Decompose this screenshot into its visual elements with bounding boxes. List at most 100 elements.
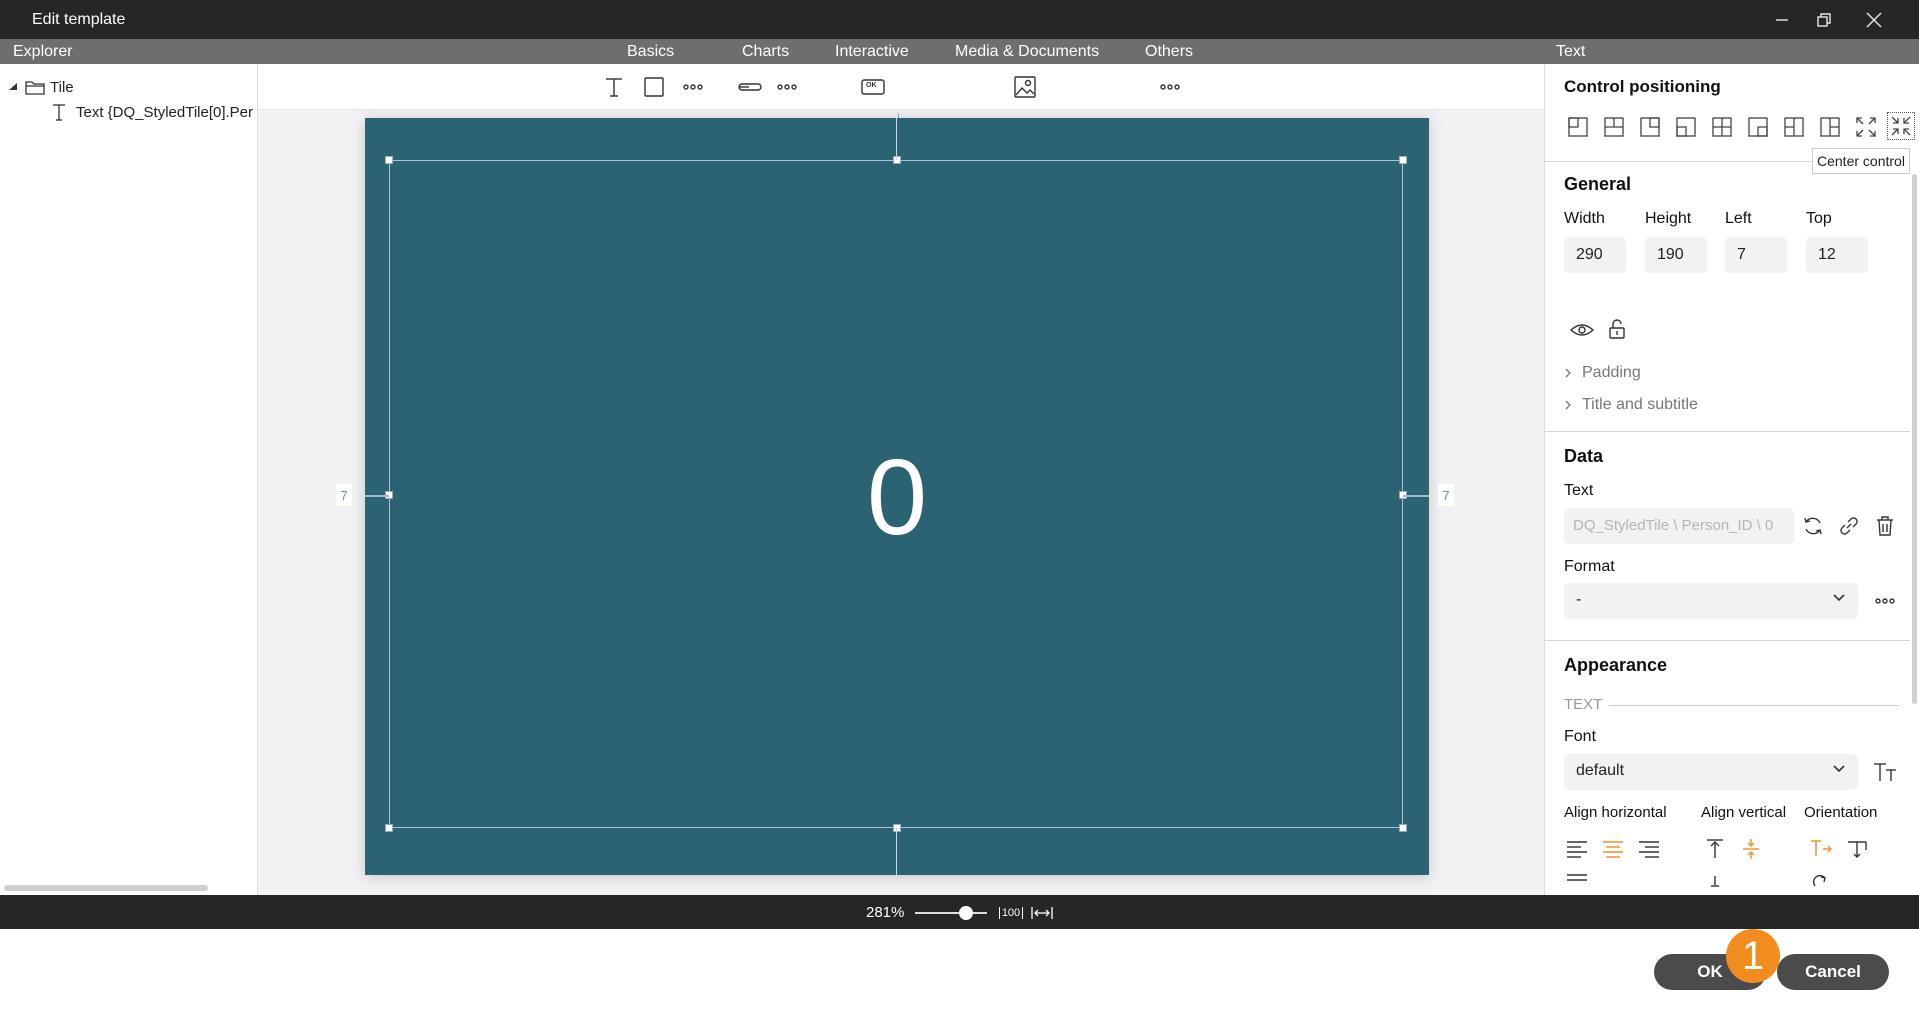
- rectangle-icon: [644, 77, 664, 97]
- position-top-center-button[interactable]: [1600, 113, 1628, 141]
- cancel-button[interactable]: Cancel: [1777, 954, 1889, 990]
- section-divider: [1545, 431, 1910, 432]
- title-subtitle-collapsible[interactable]: Title and subtitle: [1564, 396, 1698, 414]
- align-center-button[interactable]: [1598, 834, 1628, 864]
- text-binding-input[interactable]: DQ_StyledTile \ Person_ID \ 0: [1564, 508, 1794, 544]
- height-input[interactable]: 190: [1645, 237, 1707, 273]
- align-right-button[interactable]: [1634, 834, 1664, 864]
- explorer-panel: Tile Text {DQ_StyledTile[0].Per: [0, 64, 258, 895]
- progress-bar-tool[interactable]: [735, 72, 765, 102]
- position-top-right-button[interactable]: [1636, 113, 1664, 141]
- rectangle-tool[interactable]: [639, 72, 669, 102]
- zoom-100-button[interactable]: 100: [998, 902, 1024, 924]
- align-top-button[interactable]: [1700, 834, 1730, 864]
- position-top-center-icon: [1604, 117, 1624, 137]
- appearance-title: Appearance: [1564, 655, 1668, 675]
- stretch-control-button[interactable]: [1852, 113, 1880, 141]
- tab-interactive[interactable]: Interactive: [835, 43, 909, 61]
- properties-header: Text: [1556, 43, 1586, 60]
- toolbox: OK: [258, 64, 1544, 110]
- delete-binding-button[interactable]: [1870, 511, 1900, 541]
- text-tool-icon: [606, 78, 622, 97]
- properties-vertical-scrollbar[interactable]: [1912, 174, 1917, 704]
- align-left-button[interactable]: [1562, 834, 1592, 864]
- orientation-rotate-button[interactable]: [1842, 834, 1872, 864]
- expand-arrows-icon: [1856, 117, 1876, 137]
- eye-icon: [1570, 324, 1594, 336]
- zoom-slider-knob[interactable]: [959, 906, 973, 920]
- format-select-value: -: [1576, 591, 1582, 608]
- font-select[interactable]: default: [1564, 754, 1858, 790]
- position-bottom-left-button[interactable]: [1672, 113, 1700, 141]
- lock-toggle[interactable]: [1602, 314, 1632, 344]
- left-input[interactable]: 7: [1725, 237, 1787, 273]
- resize-handle-bottom[interactable]: [893, 824, 901, 832]
- explorer-header: Explorer: [13, 43, 73, 60]
- position-top-left-button[interactable]: [1564, 113, 1592, 141]
- orientation-up-button[interactable]: [1806, 866, 1836, 895]
- align-middle-button[interactable]: [1736, 834, 1766, 864]
- trash-icon: [1877, 516, 1893, 536]
- left-label: Left: [1725, 210, 1752, 227]
- more-charts-button[interactable]: [772, 72, 802, 102]
- fit-width-button[interactable]: [1030, 902, 1054, 924]
- text-tool[interactable]: [599, 72, 629, 102]
- more-icon: [683, 84, 703, 90]
- width-input[interactable]: 290: [1564, 237, 1626, 273]
- chevron-down-icon: [1833, 765, 1845, 773]
- position-bottom-right-button[interactable]: [1744, 113, 1772, 141]
- position-middle-left-button[interactable]: [1780, 113, 1808, 141]
- format-more-button[interactable]: [1870, 586, 1900, 616]
- position-middle-right-button[interactable]: [1816, 113, 1844, 141]
- link-binding-button[interactable]: [1834, 511, 1864, 541]
- position-top-left-icon: [1568, 117, 1588, 137]
- position-middle-button[interactable]: [1708, 113, 1736, 141]
- resize-handle-top[interactable]: [893, 156, 901, 164]
- minimize-button[interactable]: [1758, 4, 1806, 36]
- left-spacing-guide: [365, 495, 389, 497]
- position-middle-right-icon: [1820, 117, 1840, 137]
- selected-text-control[interactable]: [385, 156, 1407, 832]
- data-title: Data: [1564, 446, 1604, 466]
- top-input[interactable]: 12: [1806, 237, 1868, 273]
- close-icon: [1866, 12, 1882, 28]
- resize-handle-top-left[interactable]: [385, 156, 393, 164]
- explorer-horizontal-scrollbar[interactable]: [4, 885, 208, 891]
- resize-handle-bottom-right[interactable]: [1399, 824, 1407, 832]
- zoom-level: 281%: [866, 904, 905, 921]
- tab-media-documents[interactable]: Media & Documents: [955, 43, 1099, 61]
- close-button[interactable]: [1850, 4, 1898, 36]
- restore-button[interactable]: [1800, 4, 1848, 36]
- position-middle-icon: [1712, 117, 1732, 137]
- tree-node-tile[interactable]: Tile: [8, 78, 74, 96]
- more-others-button[interactable]: [1155, 72, 1185, 102]
- tab-charts[interactable]: Charts: [742, 43, 789, 61]
- text-label: Text: [1564, 482, 1594, 499]
- collapse-triangle-icon: [9, 83, 17, 90]
- align-center-icon: [1603, 841, 1623, 858]
- resize-handle-bottom-left[interactable]: [385, 824, 393, 832]
- more-basics-button[interactable]: [678, 72, 708, 102]
- tab-basics[interactable]: Basics: [627, 43, 674, 61]
- image-tool[interactable]: [1010, 72, 1040, 102]
- design-canvas[interactable]: 0 7 7: [258, 110, 1544, 895]
- button-tool[interactable]: OK: [858, 72, 888, 102]
- orientation-horizontal-button[interactable]: [1806, 834, 1836, 864]
- tile-preview[interactable]: 0: [365, 118, 1429, 875]
- refresh-binding-button[interactable]: [1798, 511, 1828, 541]
- align-bottom-button[interactable]: [1700, 866, 1730, 895]
- visibility-toggle[interactable]: [1567, 315, 1597, 345]
- tab-others[interactable]: Others: [1145, 43, 1193, 61]
- font-size-button[interactable]: [1870, 757, 1900, 787]
- minimize-icon: [1776, 19, 1788, 21]
- bottom-spacing-guide: [896, 828, 897, 875]
- resize-handle-top-right[interactable]: [1399, 156, 1407, 164]
- zoom-status-bar: 281% 100: [0, 895, 1919, 929]
- align-horizontal-label: Align horizontal: [1564, 804, 1667, 821]
- padding-collapsible[interactable]: Padding: [1564, 364, 1641, 382]
- center-control-button[interactable]: [1887, 112, 1915, 140]
- format-select[interactable]: -: [1564, 583, 1858, 619]
- zoom-slider[interactable]: [915, 906, 987, 920]
- tree-node-text[interactable]: Text {DQ_StyledTile[0].Per: [50, 102, 258, 122]
- align-justify-button[interactable]: [1562, 864, 1592, 894]
